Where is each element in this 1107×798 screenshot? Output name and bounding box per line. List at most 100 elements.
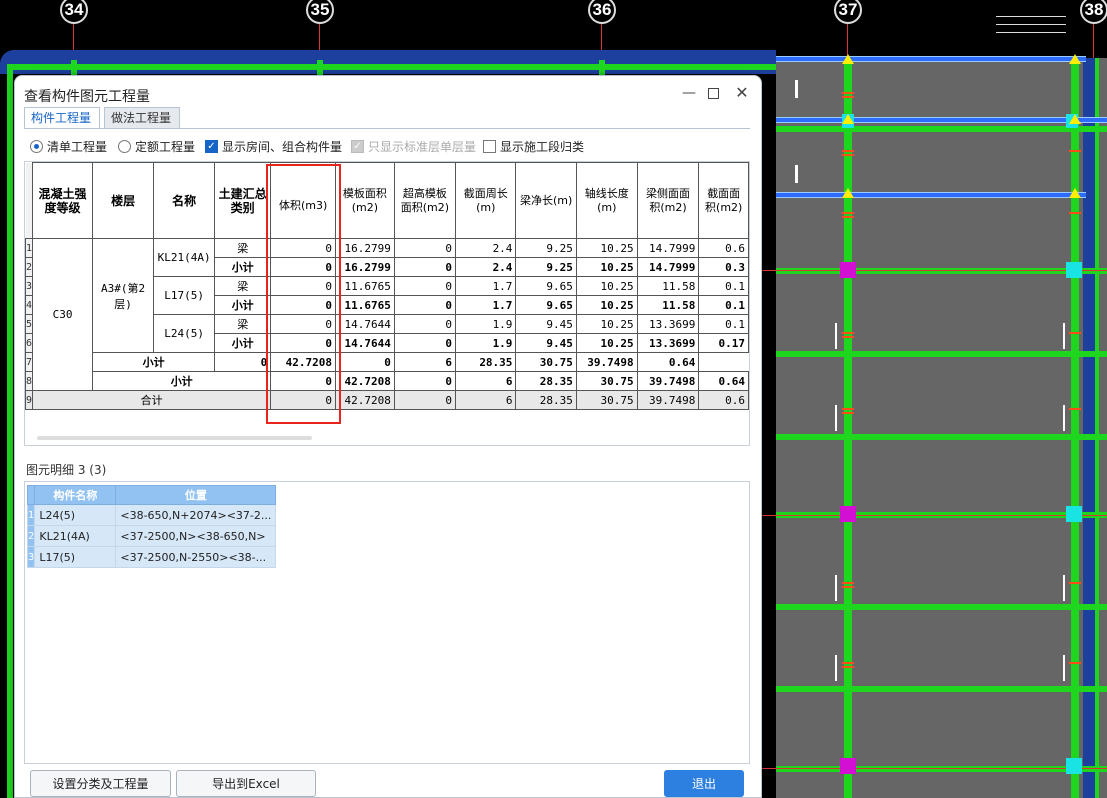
cell-value: 0.17 [698,333,749,353]
rebar-mark [842,582,854,584]
detail-label: 图元明细 3 (3) [26,463,107,477]
list-item[interactable]: 1 L24(5) <38-650,N+2074><37-2... [26,504,277,526]
cell-value: 0 [214,352,272,372]
col-component-name[interactable]: 构件名称 [34,485,117,505]
rebar-mark [842,332,854,334]
cell-value: 14.7999 [636,257,700,277]
selected-beam [776,192,1086,198]
axis-bubble: 38 [1080,0,1107,24]
cell-value: 1.7 [455,295,517,315]
radio-bill-quantity[interactable]: 清单工程量 [30,138,107,155]
cell-value: 10.25 [575,314,638,334]
column-node [1066,506,1082,522]
cell-value: 39.7498 [636,390,700,410]
warning-icon [842,54,854,64]
row-number: 1 [26,504,36,526]
cell-component-name: KL21(4A) [34,525,117,547]
col-floor[interactable]: 楼层 [92,162,155,239]
cell-value: 0.6 [698,390,749,410]
maximize-icon[interactable] [708,88,719,99]
rebar-mark [1069,150,1081,152]
cell-category: 小计 [214,295,272,315]
row-number: 1 [25,238,33,258]
col-perimeter[interactable]: 截面周长(m) [455,162,517,239]
wall-outline [0,50,776,74]
cell-value: 13.3699 [636,314,700,334]
cell-value: 14.7644 [334,314,395,334]
quantity-table-container[interactable]: 混凝土强度等级 楼层 名称 土建汇总类别 体积(m3) 模板面积(m2) 超高模… [24,161,750,446]
table-row[interactable]: 8 小计 0 42.7208 0 6 28.35 30.75 39.7498 0.64 [25,371,749,391]
cell-value: 0.1 [698,295,749,315]
cell-value: 42.7208 [334,390,395,410]
rebar-mark [842,336,854,338]
checkbox-section-class[interactable]: 显示施工段归类 [483,138,584,155]
warning-icon [1069,188,1081,198]
cell-value: 9.65 [515,295,577,315]
detail-table-body: 1 L24(5) <38-650,N+2074><37-2... 2 KL21(4A) <… [26,504,277,568]
horizontal-scrollbar[interactable] [37,436,312,440]
dimension-mark [795,165,798,183]
col-category[interactable]: 土建汇总类别 [214,162,272,239]
close-icon[interactable]: ✕ [735,85,749,101]
cell-value: 0 [393,371,457,391]
column-node [1066,262,1082,278]
set-category-button[interactable]: 设置分类及工程量 [30,770,171,797]
col-axis-length[interactable]: 轴线长度(m) [575,162,638,239]
cell-value: 9.25 [515,257,577,277]
rebar-mark [1069,212,1081,214]
col-name[interactable]: 名称 [153,162,216,239]
rebar-mark [842,216,854,218]
cell-value: 11.58 [636,276,700,296]
checkbox-show-room[interactable]: ✓ 显示房间、组合构件量 [205,138,342,155]
rebar-mark [1069,332,1081,334]
checkbox-icon [483,140,496,153]
row-number-header [25,162,33,239]
row-number: 2 [25,257,33,277]
list-item[interactable]: 2 KL21(4A) <37-2500,N><38-650,N> [26,525,277,547]
cell-value: 42.7208 [334,371,395,391]
beam-line [776,434,1107,440]
export-excel-button[interactable]: 导出到Excel [176,770,316,797]
row-number: 2 [26,525,36,547]
table-row[interactable]: 1 C30 A3#(第2层) KL21(4A) 梁 0 16.2799 0 2.4 9.25 10.… [25,238,749,391]
warning-icon [1069,54,1081,64]
col-concrete-grade[interactable]: 混凝土强度等级 [32,162,94,239]
beam-line [8,64,776,70]
cell-category: 梁 [214,314,272,334]
beam-line [776,686,1107,692]
column-node [840,262,856,278]
exit-button[interactable]: 退出 [664,770,744,797]
col-formwork-area[interactable]: 模板面积(m2) [334,162,395,239]
rebar-mark [842,408,854,410]
col-side-area[interactable]: 梁侧面面积(m2) [636,162,700,239]
warning-icon [1069,114,1081,124]
tab-method-quantity[interactable]: 做法工程量 [104,107,180,129]
col-position[interactable]: 位置 [115,485,277,505]
warning-icon [842,188,854,198]
minimize-icon[interactable]: — [682,86,696,100]
cell-value: 1.9 [455,314,517,334]
tab-component-quantity[interactable]: 构件工程量 [24,107,100,129]
col-section-area[interactable]: 截面面积(m2) [698,162,749,239]
warning-icon [842,114,854,124]
rebar-mark [1069,408,1081,410]
radio-icon [118,140,131,153]
cell-value: 0.3 [698,257,749,277]
rebar-mark [842,666,854,668]
list-item[interactable]: 3 L17(5) <37-2500,N-2550><38-... [26,546,277,568]
cell-subtotal: 小计 [92,371,272,391]
col-net-length[interactable]: 梁净长(m) [515,162,577,239]
checkbox-checked-icon: ✓ [205,140,218,153]
radio-quota-quantity[interactable]: 定额工程量 [118,138,195,155]
cell-value: 30.75 [575,390,638,410]
table-row[interactable]: 7 小计 0 42.7208 0 6 28.35 30.75 39.7498 0.64 [25,352,749,372]
rebar-mark [842,154,854,156]
table-row[interactable]: 9 合计 0 42.7208 0 6 28.35 30.75 39.7498 0.6 [25,390,749,410]
checkbox-only-standard-floor: ✓ 只显示标准层单层量 [351,138,476,155]
cell-value: 0.1 [698,314,749,334]
row-number: 7 [25,352,33,372]
col-high-formwork[interactable]: 超高模板面积(m2) [393,162,457,239]
column-node [840,758,856,774]
row-number-header [26,485,36,505]
cell-value: 39.7498 [636,371,700,391]
